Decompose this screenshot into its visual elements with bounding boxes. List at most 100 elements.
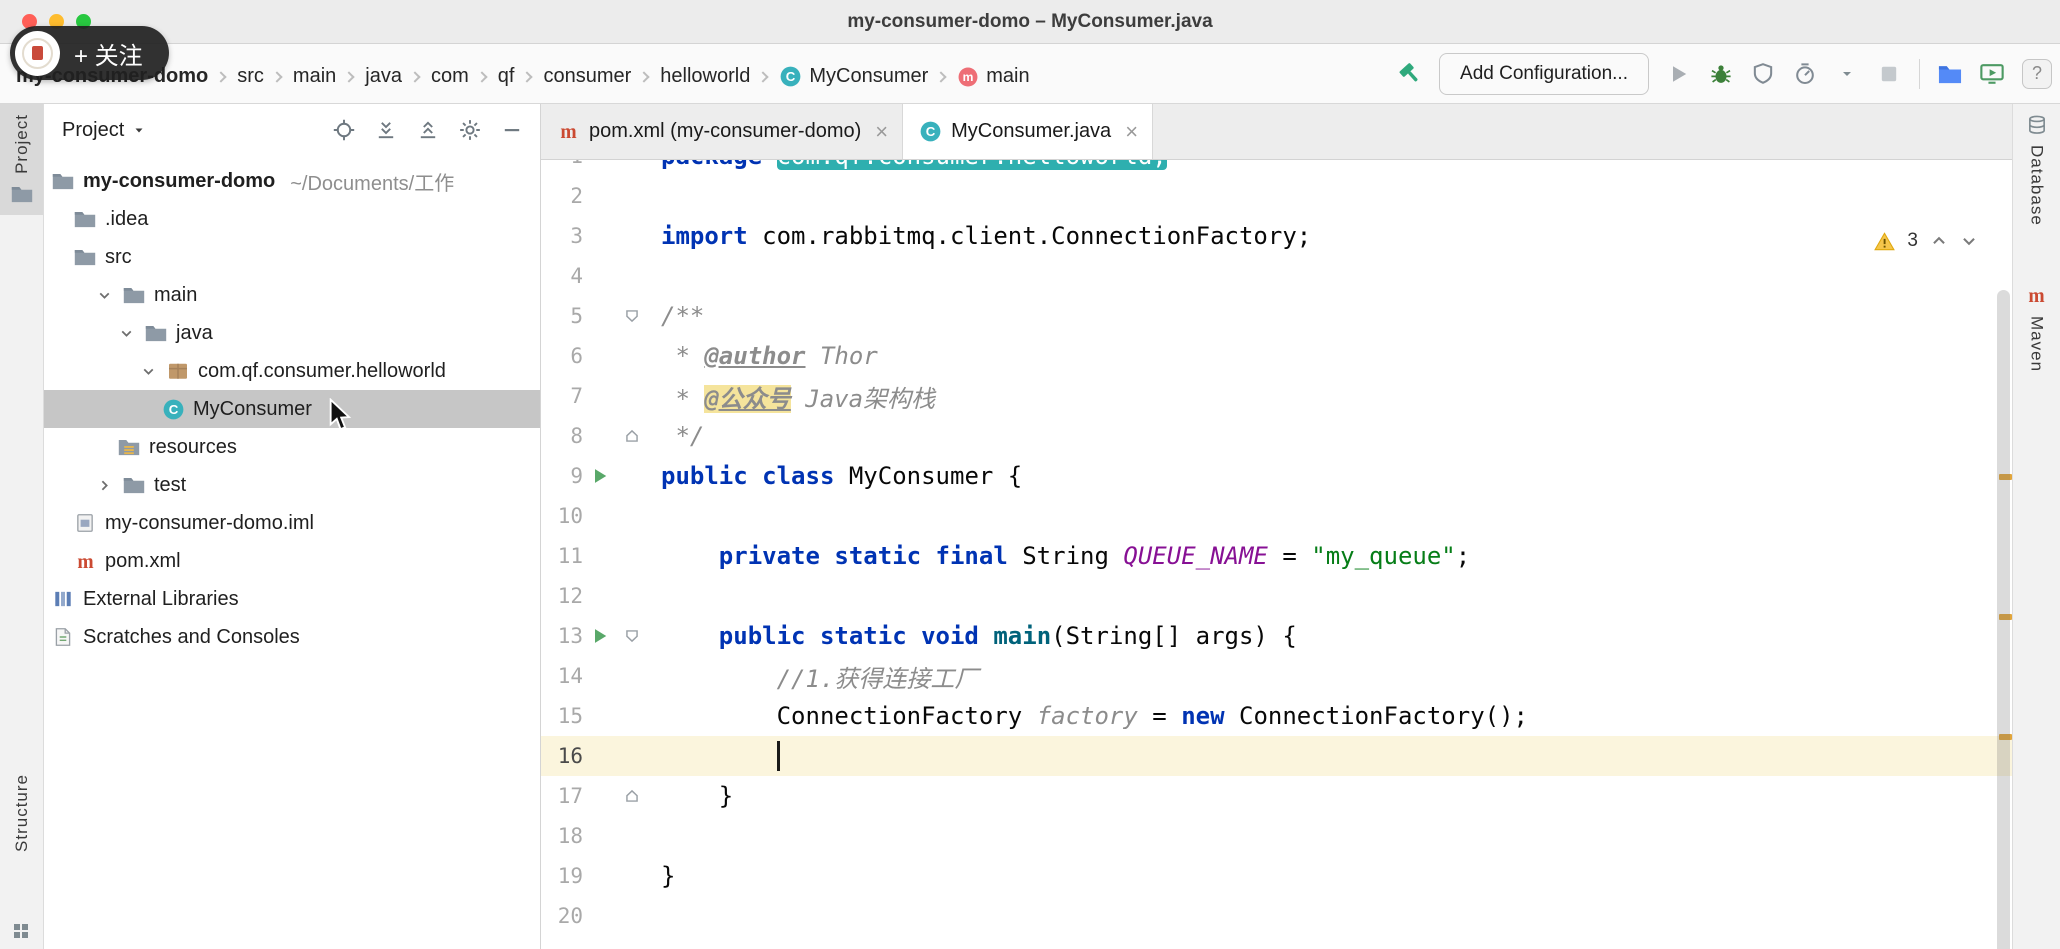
code-text bbox=[647, 741, 2012, 771]
chevron-down-icon[interactable] bbox=[94, 287, 114, 304]
editor-tab-pom-xml-my-consumer-domo[interactable]: m pom.xml (my-consumer-domo) × bbox=[541, 104, 904, 159]
code-line-20[interactable]: 20 bbox=[541, 896, 2012, 936]
breadcrumb-item-helloworld[interactable]: helloworld bbox=[660, 65, 750, 88]
maven-icon: m bbox=[557, 120, 580, 143]
close-tab-icon[interactable]: × bbox=[1125, 120, 1138, 143]
tree-item-main[interactable]: main bbox=[44, 276, 540, 314]
code-line-16[interactable]: 16 bbox=[541, 736, 2012, 776]
breadcrumb-item-main[interactable]: main bbox=[293, 65, 336, 88]
caret-down-icon[interactable] bbox=[1833, 60, 1861, 88]
fold-open-icon[interactable] bbox=[617, 307, 647, 325]
code-line-14[interactable]: 14 //1.获得连接工厂 bbox=[541, 656, 2012, 696]
project-dropdown-caret-icon[interactable] bbox=[132, 123, 146, 137]
code-text: } bbox=[661, 782, 734, 810]
chevron-down-icon[interactable] bbox=[138, 363, 158, 380]
breadcrumb-item-qf[interactable]: qf bbox=[498, 65, 515, 88]
code-line-10[interactable]: 10 bbox=[541, 496, 2012, 536]
editor-tab-myconsumer-java[interactable]: C MyConsumer.java × bbox=[903, 104, 1154, 159]
structure-stripe-label: Structure bbox=[11, 774, 31, 852]
tree-item-external-libraries[interactable]: External Libraries bbox=[44, 580, 540, 618]
coverage-icon[interactable] bbox=[1749, 60, 1777, 88]
code-line-5[interactable]: 5 /** bbox=[541, 296, 2012, 336]
tree-item-idea[interactable]: .idea bbox=[44, 200, 540, 238]
code-line-3[interactable]: 3 import com.rabbitmq.client.ConnectionFa… bbox=[541, 216, 2012, 256]
code-line-15[interactable]: 15 ConnectionFactory factory = new Conne… bbox=[541, 696, 2012, 736]
tree-item-myconsumer[interactable]: C MyConsumer bbox=[44, 390, 540, 428]
editor-scrollbar[interactable] bbox=[1997, 290, 2010, 949]
expand-all-icon[interactable] bbox=[374, 118, 398, 142]
tool-stripe-maven[interactable]: m Maven bbox=[2013, 274, 2060, 382]
code-lines: 1 package com.qf.consumer.helloworld; 2 3 im… bbox=[541, 160, 2012, 936]
code-line-12[interactable]: 12 bbox=[541, 576, 2012, 616]
collapse-all-icon[interactable] bbox=[416, 118, 440, 142]
project-stripe-folder-icon bbox=[10, 183, 34, 205]
code-line-19[interactable]: 19} bbox=[541, 856, 2012, 896]
hide-icon[interactable] bbox=[500, 118, 524, 142]
code-text: /** bbox=[661, 302, 705, 330]
tool-stripe-project[interactable]: Project bbox=[0, 104, 43, 215]
code-text: private static final String QUEUE_NAME =… bbox=[718, 542, 1471, 570]
tree-item-com-qf-consumer-helloworld[interactable]: com.qf.consumer.helloworld bbox=[44, 352, 540, 390]
breadcrumb-item-consumer[interactable]: consumer bbox=[543, 65, 631, 88]
next-warning-icon[interactable] bbox=[1960, 232, 1978, 250]
tree-item-label: .idea bbox=[105, 207, 149, 230]
prev-warning-icon[interactable] bbox=[1930, 232, 1948, 250]
chevron-down-icon[interactable] bbox=[116, 325, 136, 342]
toolbar-right-icons bbox=[1936, 60, 2006, 88]
line-number: 19 bbox=[557, 864, 583, 888]
fold-close-icon[interactable] bbox=[617, 787, 647, 805]
code-editor[interactable]: 1 package com.qf.consumer.helloworld; 2 3 im… bbox=[541, 160, 2012, 949]
add-configuration-button[interactable]: Add Configuration... bbox=[1439, 52, 1649, 95]
tree-item-src[interactable]: src bbox=[44, 238, 540, 276]
tree-item-test[interactable]: test bbox=[44, 466, 540, 504]
code-line-1[interactable]: 1 package com.qf.consumer.helloworld; bbox=[541, 160, 2012, 176]
run-gutter-icon[interactable] bbox=[583, 626, 617, 646]
code-line-18[interactable]: 18 bbox=[541, 816, 2012, 856]
breadcrumb-item-com[interactable]: com bbox=[431, 65, 469, 88]
project-view-selector[interactable]: Project bbox=[62, 119, 124, 142]
stop-icon[interactable] bbox=[1875, 60, 1903, 88]
code-line-4[interactable]: 4 bbox=[541, 256, 2012, 296]
folder-blue-icon[interactable] bbox=[1936, 60, 1964, 88]
breadcrumb-item-main[interactable]: m main bbox=[957, 65, 1030, 88]
run-gutter-icon[interactable] bbox=[583, 466, 617, 486]
bug-icon[interactable] bbox=[1707, 60, 1735, 88]
chevron-right-icon[interactable] bbox=[94, 477, 114, 494]
code-line-2[interactable]: 2 bbox=[541, 176, 2012, 216]
line-number: 11 bbox=[557, 544, 583, 568]
code-line-8[interactable]: 8 */ bbox=[541, 416, 2012, 456]
profiler-icon[interactable] bbox=[1791, 60, 1819, 88]
help-icon[interactable]: ? bbox=[2022, 58, 2052, 89]
tree-item-java[interactable]: java bbox=[44, 314, 540, 352]
tree-item-pom-xml[interactable]: m pom.xml bbox=[44, 542, 540, 580]
structure-grid-icon[interactable] bbox=[11, 921, 31, 941]
title-bar: my-consumer-domo – MyConsumer.java bbox=[0, 0, 2060, 44]
code-text: public class MyConsumer { bbox=[661, 462, 1023, 490]
locate-icon[interactable] bbox=[332, 118, 356, 142]
monitor-icon[interactable] bbox=[1978, 60, 2006, 88]
fold-open-icon[interactable] bbox=[617, 627, 647, 645]
breadcrumb-item-myconsumer[interactable]: C MyConsumer bbox=[779, 65, 928, 88]
build-hammer-icon[interactable] bbox=[1395, 60, 1423, 88]
follow-overlay-badge[interactable]: + 关注 bbox=[10, 26, 169, 80]
close-tab-icon[interactable]: × bbox=[875, 120, 888, 143]
tool-stripe-structure[interactable]: Structure bbox=[0, 764, 43, 862]
code-line-7[interactable]: 7 * @公众号 Java架构栈 bbox=[541, 376, 2012, 416]
code-line-13[interactable]: 13 public static void main(String[] args… bbox=[541, 616, 2012, 656]
settings-icon[interactable] bbox=[458, 118, 482, 142]
code-line-11[interactable]: 11 private static final String QUEUE_NAM… bbox=[541, 536, 2012, 576]
tree-item-my-consumer-domo[interactable]: my-consumer-domo ~/Documents/工作 bbox=[44, 162, 540, 200]
line-number: 1 bbox=[541, 160, 583, 168]
breadcrumb-item-src[interactable]: src bbox=[237, 65, 264, 88]
code-line-9[interactable]: 9 public class MyConsumer { bbox=[541, 456, 2012, 496]
fold-close-icon[interactable] bbox=[617, 427, 647, 445]
maven-icon: m bbox=[2025, 284, 2048, 307]
play-icon[interactable] bbox=[1665, 60, 1693, 88]
tree-item-scratches-and-consoles[interactable]: Scratches and Consoles bbox=[44, 618, 540, 656]
tool-stripe-database[interactable]: Database bbox=[2013, 104, 2060, 236]
tree-item-my-consumer-domo-iml[interactable]: my-consumer-domo.iml bbox=[44, 504, 540, 542]
tree-item-resources[interactable]: resources bbox=[44, 428, 540, 466]
code-line-17[interactable]: 17 } bbox=[541, 776, 2012, 816]
code-line-6[interactable]: 6 * @author Thor bbox=[541, 336, 2012, 376]
breadcrumb-item-java[interactable]: java bbox=[365, 65, 402, 88]
